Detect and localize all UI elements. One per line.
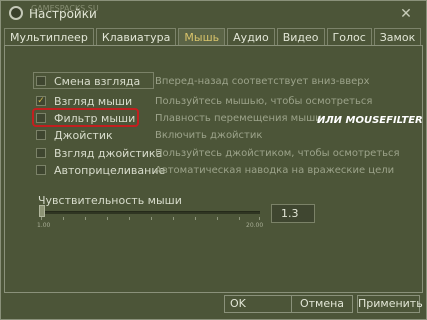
option-description: Пользуйтесь джойстиком, чтобы осмотретьс… — [155, 148, 400, 159]
option-description: Включить джойстик — [155, 130, 263, 141]
steam-logo-icon — [9, 6, 23, 20]
tab-voice[interactable]: Голос — [326, 28, 372, 46]
option-label: Джойстик — [54, 128, 113, 142]
checkbox[interactable] — [36, 148, 46, 158]
option-auto-aim[interactable]: Автоприцеливание — [36, 163, 165, 177]
slider-min-label: 1.00 — [37, 222, 51, 229]
window-title: Настройки — [29, 7, 97, 21]
option-mouse-look[interactable]: ✓ Взгляд мыши — [36, 94, 132, 108]
tab-lock[interactable]: Замок — [373, 28, 422, 46]
option-label: Смена взгляда — [54, 74, 141, 88]
tab-bar: Мультиплеер Клавиатура Мышь Аудио Видео … — [4, 28, 423, 46]
option-label: Взгляд джойстика — [54, 146, 163, 160]
check-icon: ✓ — [37, 96, 45, 106]
option-label: Автоприцеливание — [54, 163, 166, 177]
checkbox[interactable] — [36, 76, 46, 86]
slider-tick — [63, 217, 64, 220]
option-reverse-look[interactable]: Смена взгляда — [36, 74, 140, 88]
slider-tick — [173, 217, 174, 220]
option-mouse-filter[interactable]: Фильтр мыши — [36, 111, 135, 125]
checkbox[interactable] — [36, 130, 46, 140]
tab-keyboard[interactable]: Клавиатура — [95, 28, 177, 46]
slider-tick — [41, 217, 42, 220]
option-label: Взгляд мыши — [54, 94, 133, 108]
slider-tick — [107, 217, 108, 220]
sensitivity-slider-track[interactable] — [41, 211, 260, 214]
checkbox[interactable] — [36, 113, 46, 123]
option-joystick[interactable]: Джойстик — [36, 128, 113, 142]
sensitivity-value-input[interactable]: 1.3 — [271, 204, 315, 223]
slider-tick — [239, 217, 240, 220]
option-description: Пользуйтесь мышью, чтобы осмотреться — [155, 96, 373, 107]
settings-window: GAMESPACKS.SU Настройки ✕ Мультиплеер Кл… — [0, 0, 427, 320]
checkbox[interactable] — [36, 165, 46, 175]
option-description: Автоматическая наводка на вражеские цели — [155, 165, 395, 176]
option-joystick-look[interactable]: Взгляд джойстика — [36, 146, 162, 160]
slider-tick — [259, 217, 260, 220]
checkbox-checked[interactable]: ✓ — [36, 96, 46, 106]
option-description: Плавность перемещения мыши — [155, 113, 322, 124]
slider-tick — [151, 217, 152, 220]
ok-button[interactable]: OK — [224, 295, 293, 313]
tab-multiplayer[interactable]: Мультиплеер — [4, 28, 94, 46]
slider-tick — [129, 217, 130, 220]
tab-audio[interactable]: Аудио — [227, 28, 275, 46]
slider-tick — [217, 217, 218, 220]
apply-button[interactable]: Применить — [357, 295, 423, 313]
option-label: Фильтр мыши — [54, 111, 136, 125]
title-bar: GAMESPACKS.SU Настройки ✕ — [1, 1, 426, 27]
tab-video[interactable]: Видео — [276, 28, 325, 46]
slider-tick — [85, 217, 86, 220]
slider-tick — [195, 217, 196, 220]
sensitivity-label: Чувствительность мыши — [38, 194, 182, 207]
close-icon[interactable]: ✕ — [398, 6, 414, 22]
option-description: Вперед-назад соответствует вниз-вверх — [155, 76, 370, 87]
tab-mouse[interactable]: Мышь — [178, 28, 226, 46]
slider-max-label: 20.00 — [246, 222, 264, 229]
annotation-note: ИЛИ MOUSEFILTER — [317, 115, 423, 126]
cancel-button[interactable]: Отмена — [291, 295, 353, 313]
sensitivity-slider-thumb[interactable] — [39, 205, 45, 217]
